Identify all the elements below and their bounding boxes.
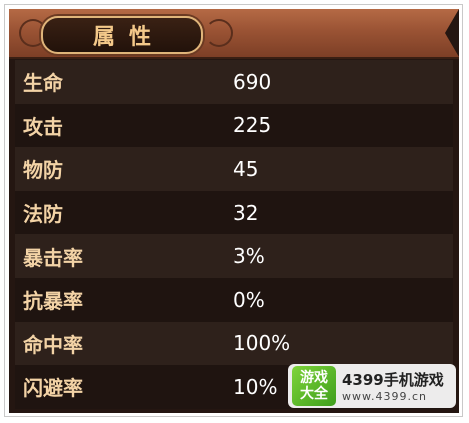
panel-title: 属性: [92, 24, 165, 50]
watermark-brand: 4399手机游戏: [342, 371, 444, 389]
title-plate: 属性: [41, 16, 203, 54]
stat-value: 100%: [233, 331, 291, 356]
stat-row-crit-rate: 暴击率 3%: [15, 234, 453, 278]
stat-label: 暴击率: [23, 245, 83, 270]
title-banner: 属性: [9, 9, 459, 59]
stat-label: 闪避率: [23, 376, 83, 401]
stat-row-hp: 生命 690: [15, 60, 453, 104]
site-watermark: 游戏 大全 4399手机游戏 www.4399.cn: [288, 364, 456, 408]
attributes-panel: 属性 生命 690 攻击 225 物防 45 法防 32 暴击率 3% 抗暴率 …: [9, 9, 459, 413]
stat-row-hit-rate: 命中率 100%: [15, 321, 453, 366]
stat-label: 攻击: [23, 114, 63, 139]
stat-label: 命中率: [23, 332, 83, 357]
stat-row-magic-defense: 法防 32: [15, 190, 453, 235]
stat-row-attack: 攻击 225: [15, 103, 453, 148]
stat-row-crit-resist: 抗暴率 0%: [15, 277, 453, 322]
scroll-ornament-right-icon: [205, 19, 233, 47]
logo-text-top: 游戏: [300, 370, 328, 386]
stat-value: 3%: [233, 244, 265, 269]
stat-label: 物防: [23, 158, 63, 183]
stat-label: 法防: [23, 202, 63, 227]
stat-value: 690: [233, 69, 272, 94]
stat-label: 生命: [23, 71, 63, 96]
logo-text-bottom: 大全: [300, 386, 328, 402]
stat-value: 225: [233, 113, 272, 138]
watermark-url: www.4399.cn: [342, 390, 427, 403]
stat-value: 32: [233, 200, 259, 225]
watermark-text: 4399手机游戏 www.4399.cn: [342, 369, 444, 403]
stat-row-physical-defense: 物防 45: [15, 147, 453, 191]
stat-value: 45: [233, 156, 259, 181]
stat-value: 10%: [233, 374, 278, 399]
site-logo: 游戏 大全: [292, 366, 336, 406]
stat-value: 0%: [233, 287, 265, 312]
stat-list: 生命 690 攻击 225 物防 45 法防 32 暴击率 3% 抗暴率 0% …: [15, 60, 453, 409]
stat-label: 抗暴率: [23, 289, 83, 314]
